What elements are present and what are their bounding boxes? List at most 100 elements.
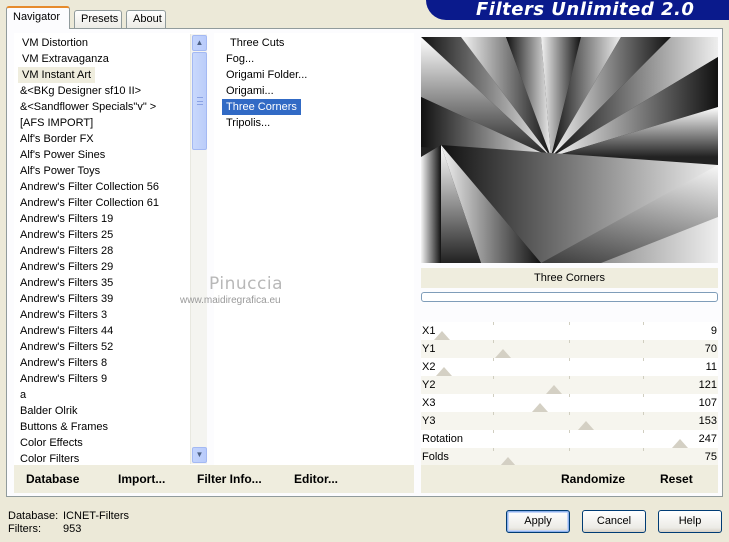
param-slider-x3[interactable]: X3 107 xyxy=(421,394,718,412)
category-item[interactable]: Andrew's Filters 39 xyxy=(16,291,117,307)
param-label: X1 xyxy=(422,325,436,337)
tab-navigator[interactable]: Navigator xyxy=(6,6,70,29)
progress-bar xyxy=(421,292,718,302)
param-value: 247 xyxy=(698,433,717,445)
category-item[interactable]: Andrew's Filters 9 xyxy=(16,371,111,387)
category-item[interactable]: Andrew's Filters 3 xyxy=(16,307,111,323)
filter-item[interactable]: Origami... xyxy=(222,83,278,99)
slider-tick xyxy=(643,394,644,397)
app-title: Filters Unlimited 2.0 xyxy=(476,0,695,20)
slider-thumb[interactable] xyxy=(672,439,688,448)
category-item[interactable]: Buttons & Frames xyxy=(16,419,112,435)
slider-thumb[interactable] xyxy=(532,403,548,412)
category-item[interactable]: Andrew's Filters 19 xyxy=(16,211,117,227)
param-label: Rotation xyxy=(422,433,463,445)
category-item[interactable]: Andrew's Filter Collection 56 xyxy=(16,179,163,195)
database-status: Database: ICNET-Filters xyxy=(8,510,129,523)
slider-tick xyxy=(569,430,570,433)
database-button[interactable]: Database xyxy=(26,465,79,493)
slider-tick xyxy=(569,376,570,379)
category-list[interactable]: VM Distortion VM Extravaganza VM Instant A… xyxy=(14,33,206,465)
category-scrollbar[interactable]: ▲ ▼ xyxy=(190,34,207,464)
navigator-toolbar: Database Import... Filter Info... Editor… xyxy=(14,465,414,493)
slider-tick xyxy=(569,394,570,397)
param-value: 9 xyxy=(710,325,717,337)
scroll-thumb[interactable] xyxy=(192,52,207,150)
category-item[interactable]: Alf's Border FX xyxy=(16,131,98,147)
category-item[interactable]: VM Extravaganza xyxy=(18,51,113,67)
category-item[interactable]: Andrew's Filters 8 xyxy=(16,355,111,371)
preview-title: Three Corners xyxy=(421,268,718,288)
slider-thumb[interactable] xyxy=(546,385,562,394)
filter-item[interactable]: Origami Folder... xyxy=(222,67,311,83)
category-item[interactable]: VM Distortion xyxy=(18,35,92,51)
scroll-up-button[interactable]: ▲ xyxy=(192,35,207,51)
slider-tick xyxy=(493,394,494,397)
filter-item[interactable]: Fog... xyxy=(222,51,258,67)
param-value: 121 xyxy=(698,379,717,391)
tab-about[interactable]: About xyxy=(126,10,166,28)
slider-thumb[interactable] xyxy=(578,421,594,430)
param-slider-y1[interactable]: Y1 70 xyxy=(421,340,718,358)
category-item[interactable]: Andrew's Filters 28 xyxy=(16,243,117,259)
filter-list[interactable]: Three Cuts Fog... Origami Folder... Origami… xyxy=(214,33,414,465)
param-slider-y3[interactable]: Y3 153 xyxy=(421,412,718,430)
filter-item[interactable]: Tripolis... xyxy=(222,115,274,131)
database-value: ICNET-Filters xyxy=(63,510,129,522)
slider-tick xyxy=(493,376,494,379)
filter-item[interactable]: Three Corners xyxy=(222,99,301,115)
category-item[interactable]: Andrew's Filter Collection 61 xyxy=(16,195,163,211)
slider-tick xyxy=(643,412,644,415)
slider-thumb[interactable] xyxy=(434,331,450,340)
category-item[interactable]: Balder Olrik xyxy=(16,403,81,419)
slider-tick xyxy=(643,376,644,379)
param-label: Y2 xyxy=(422,379,436,391)
category-item[interactable]: Andrew's Filters 35 xyxy=(16,275,117,291)
slider-thumb[interactable] xyxy=(436,367,452,376)
param-slider-rotation[interactable]: Rotation 247 xyxy=(421,430,718,448)
param-label: Y1 xyxy=(422,343,436,355)
filter-item[interactable]: Three Cuts xyxy=(226,35,288,51)
param-label: Folds xyxy=(422,451,449,463)
category-item[interactable]: VM Instant Art xyxy=(18,67,96,83)
help-button[interactable]: Help xyxy=(658,510,722,533)
param-slider-folds[interactable]: Folds 75 xyxy=(421,448,718,466)
category-item[interactable]: Andrew's Filters 44 xyxy=(16,323,117,339)
cancel-button[interactable]: Cancel xyxy=(582,510,646,533)
param-slider-y2[interactable]: Y2 121 xyxy=(421,376,718,394)
category-item[interactable]: Alf's Power Sines xyxy=(16,147,109,163)
slider-tick xyxy=(643,322,644,325)
category-item[interactable]: Andrew's Filters 25 xyxy=(16,227,117,243)
category-item[interactable]: Alf's Power Toys xyxy=(16,163,104,179)
param-slider-x2[interactable]: X2 11 xyxy=(421,358,718,376)
reset-button[interactable]: Reset xyxy=(660,465,693,493)
filters-status: Filters: 953 xyxy=(8,523,81,536)
category-item[interactable]: Andrew's Filters 29 xyxy=(16,259,117,275)
param-slider-x1[interactable]: X1 9 xyxy=(421,322,718,340)
grip-icon xyxy=(197,97,203,105)
category-item[interactable]: &<BKg Designer sf10 II> xyxy=(16,83,145,99)
import-button[interactable]: Import... xyxy=(118,465,165,493)
slider-tick xyxy=(569,412,570,415)
editor-button[interactable]: Editor... xyxy=(294,465,338,493)
category-item[interactable]: Andrew's Filters 52 xyxy=(16,339,117,355)
scroll-down-button[interactable]: ▼ xyxy=(192,447,207,463)
parameters-toolbar: Randomize Reset xyxy=(421,465,718,493)
category-item[interactable]: Color Effects xyxy=(16,435,87,451)
param-value: 70 xyxy=(704,343,717,355)
param-value: 11 xyxy=(705,361,717,373)
slider-tick xyxy=(643,340,644,343)
slider-tick xyxy=(569,322,570,325)
slider-tick xyxy=(493,448,494,451)
apply-button[interactable]: Apply xyxy=(506,510,570,533)
filter-info-button[interactable]: Filter Info... xyxy=(197,465,262,493)
category-item[interactable]: [AFS IMPORT] xyxy=(16,115,97,131)
category-item[interactable]: a xyxy=(16,387,30,403)
database-label: Database: xyxy=(8,510,59,522)
category-item[interactable]: &<Sandflower Specials"v" > xyxy=(16,99,160,115)
randomize-button[interactable]: Randomize xyxy=(561,465,625,493)
filters-label: Filters: xyxy=(8,523,41,535)
tab-presets[interactable]: Presets xyxy=(74,10,122,28)
param-value: 153 xyxy=(698,415,717,427)
slider-thumb[interactable] xyxy=(495,349,511,358)
